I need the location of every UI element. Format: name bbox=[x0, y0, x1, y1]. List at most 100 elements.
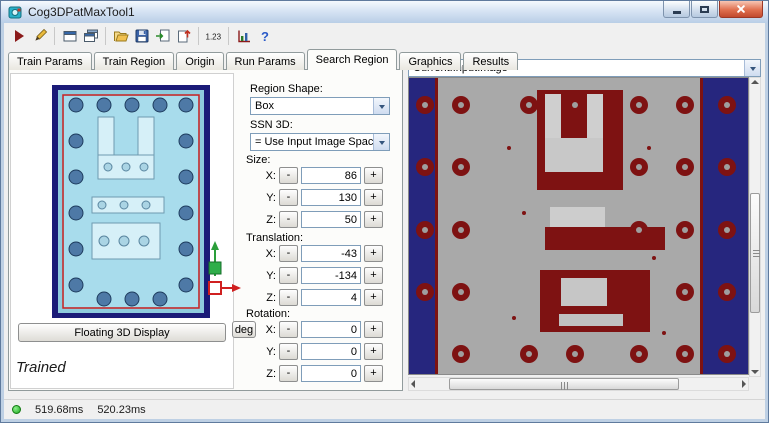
toolbar-separator bbox=[105, 26, 106, 45]
scroll-up-arrow[interactable] bbox=[751, 80, 759, 84]
rotation-z-decrement-button[interactable]: - bbox=[279, 365, 298, 382]
export-button[interactable] bbox=[173, 25, 194, 46]
number-format-icon: 1.23 bbox=[205, 32, 221, 41]
rotation-z-input[interactable] bbox=[301, 365, 361, 382]
ssn-3d-dropdown[interactable]: = Use Input Image Space bbox=[250, 133, 390, 151]
size-z-row: Z: - + bbox=[258, 211, 383, 228]
translation-section-label: Translation: bbox=[246, 232, 304, 244]
record-window-icon bbox=[63, 30, 76, 41]
size-z-increment-button[interactable]: + bbox=[364, 211, 383, 228]
size-y-increment-button[interactable]: + bbox=[364, 189, 383, 206]
export-icon bbox=[177, 29, 191, 42]
vertical-scrollbar[interactable] bbox=[749, 77, 761, 377]
axis-z-label: Z: bbox=[266, 291, 276, 304]
translation-y-input[interactable] bbox=[301, 267, 361, 284]
dropdown-button[interactable] bbox=[373, 98, 389, 114]
axis-z-label: Z: bbox=[266, 213, 276, 226]
horizontal-scrollbar[interactable] bbox=[408, 377, 749, 391]
help-button[interactable]: ? bbox=[254, 25, 275, 46]
translation-z-increment-button[interactable]: + bbox=[364, 289, 383, 306]
results-chart-button[interactable] bbox=[233, 25, 254, 46]
tab-search-region[interactable]: Search Region bbox=[306, 49, 398, 70]
size-x-input[interactable] bbox=[301, 167, 361, 184]
3d-viewport[interactable] bbox=[52, 85, 210, 318]
vertical-scrollbar-thumb[interactable] bbox=[750, 193, 760, 313]
toolbar: 1.23 ? bbox=[4, 23, 765, 48]
rotation-x-increment-button[interactable]: + bbox=[364, 321, 383, 338]
translation-x-input[interactable] bbox=[301, 245, 361, 262]
tab-origin[interactable]: Origin bbox=[176, 52, 224, 70]
translation-z-decrement-button[interactable]: - bbox=[279, 289, 298, 306]
maximize-button[interactable] bbox=[691, 1, 718, 18]
close-button[interactable] bbox=[719, 1, 763, 18]
rotation-y-input[interactable] bbox=[301, 343, 361, 360]
axis-y-label: Y: bbox=[266, 345, 276, 358]
rotation-x-decrement-button[interactable]: - bbox=[279, 321, 298, 338]
open-folder-icon bbox=[113, 31, 129, 41]
tab-train-region[interactable]: Train Region bbox=[93, 52, 175, 70]
scroll-right-arrow[interactable] bbox=[742, 380, 746, 388]
dropdown-button[interactable] bbox=[744, 60, 760, 76]
import-icon bbox=[155, 29, 169, 41]
scroll-left-arrow[interactable] bbox=[411, 380, 415, 388]
maximize-icon bbox=[700, 5, 709, 13]
dropdown-button[interactable] bbox=[373, 134, 389, 150]
size-section-label: Size: bbox=[246, 154, 271, 166]
run-time: 519.68ms bbox=[35, 403, 84, 416]
size-x-increment-button[interactable]: + bbox=[364, 167, 383, 184]
rotation-y-increment-button[interactable]: + bbox=[364, 343, 383, 360]
translation-z-input[interactable] bbox=[301, 289, 361, 306]
region-shape-dropdown[interactable]: Box bbox=[250, 97, 390, 115]
tab-train-params[interactable]: Train Params bbox=[8, 52, 92, 70]
translation-y-row: Y: - + bbox=[258, 267, 383, 284]
save-file-button[interactable] bbox=[131, 25, 152, 46]
tab-results[interactable]: Results bbox=[463, 52, 519, 70]
app-icon bbox=[8, 6, 22, 19]
window-controls bbox=[662, 1, 763, 18]
trained-status-text: Trained bbox=[16, 359, 66, 376]
size-z-decrement-button[interactable]: - bbox=[279, 211, 298, 228]
tab-label: Graphics bbox=[408, 55, 453, 68]
size-z-input[interactable] bbox=[301, 211, 361, 228]
floating-3d-display-button[interactable]: Floating 3D Display bbox=[18, 323, 226, 342]
translation-x-decrement-button[interactable]: - bbox=[279, 245, 298, 262]
help-icon: ? bbox=[261, 29, 269, 44]
size-x-decrement-button[interactable]: - bbox=[279, 167, 298, 184]
window-title: Cog3DPatMaxTool1 bbox=[28, 5, 135, 19]
minimize-button[interactable] bbox=[663, 1, 690, 18]
size-y-input[interactable] bbox=[301, 189, 361, 206]
deg-units-button[interactable]: deg bbox=[232, 321, 256, 338]
title-bar[interactable]: Cog3DPatMaxTool1 bbox=[1, 1, 768, 23]
chart-icon bbox=[237, 30, 250, 42]
translation-x-row: X: - + bbox=[258, 245, 383, 262]
translation-y-increment-button[interactable]: + bbox=[364, 267, 383, 284]
chevron-down-icon bbox=[378, 104, 385, 112]
number-format-button[interactable]: 1.23 bbox=[203, 25, 224, 46]
rotation-z-increment-button[interactable]: + bbox=[364, 365, 383, 382]
current-record-button[interactable] bbox=[59, 25, 80, 46]
size-y-decrement-button[interactable]: - bbox=[279, 189, 298, 206]
copy-window-button[interactable] bbox=[80, 25, 101, 46]
axis-y-label: Y: bbox=[266, 191, 276, 204]
client-area: 1.23 ? Train Params Train Region Origin … bbox=[4, 23, 765, 419]
tab-label: Run Params bbox=[234, 55, 296, 68]
translation-y-decrement-button[interactable]: - bbox=[279, 267, 298, 284]
edit-button[interactable] bbox=[29, 25, 50, 46]
input-image-display[interactable] bbox=[408, 77, 749, 375]
tab-run-params[interactable]: Run Params bbox=[225, 52, 305, 70]
scrollbar-grip bbox=[564, 382, 565, 390]
translation-x-increment-button[interactable]: + bbox=[364, 245, 383, 262]
run-button[interactable] bbox=[8, 25, 29, 46]
horizontal-scrollbar-thumb[interactable] bbox=[449, 378, 679, 390]
import-button[interactable] bbox=[152, 25, 173, 46]
rotation-x-input[interactable] bbox=[301, 321, 361, 338]
floating-3d-display-label: Floating 3D Display bbox=[74, 326, 170, 339]
open-file-button[interactable] bbox=[110, 25, 131, 46]
app-window: Cog3DPatMaxTool1 1.23 ? Train Params Tra… bbox=[0, 0, 769, 423]
rotation-y-decrement-button[interactable]: - bbox=[279, 343, 298, 360]
svg-text:1.23: 1.23 bbox=[205, 32, 221, 41]
rotation-z-row: Z: - + bbox=[258, 365, 383, 382]
run-icon bbox=[14, 29, 24, 42]
tab-graphics[interactable]: Graphics bbox=[399, 52, 462, 70]
scroll-down-arrow[interactable] bbox=[751, 370, 759, 374]
